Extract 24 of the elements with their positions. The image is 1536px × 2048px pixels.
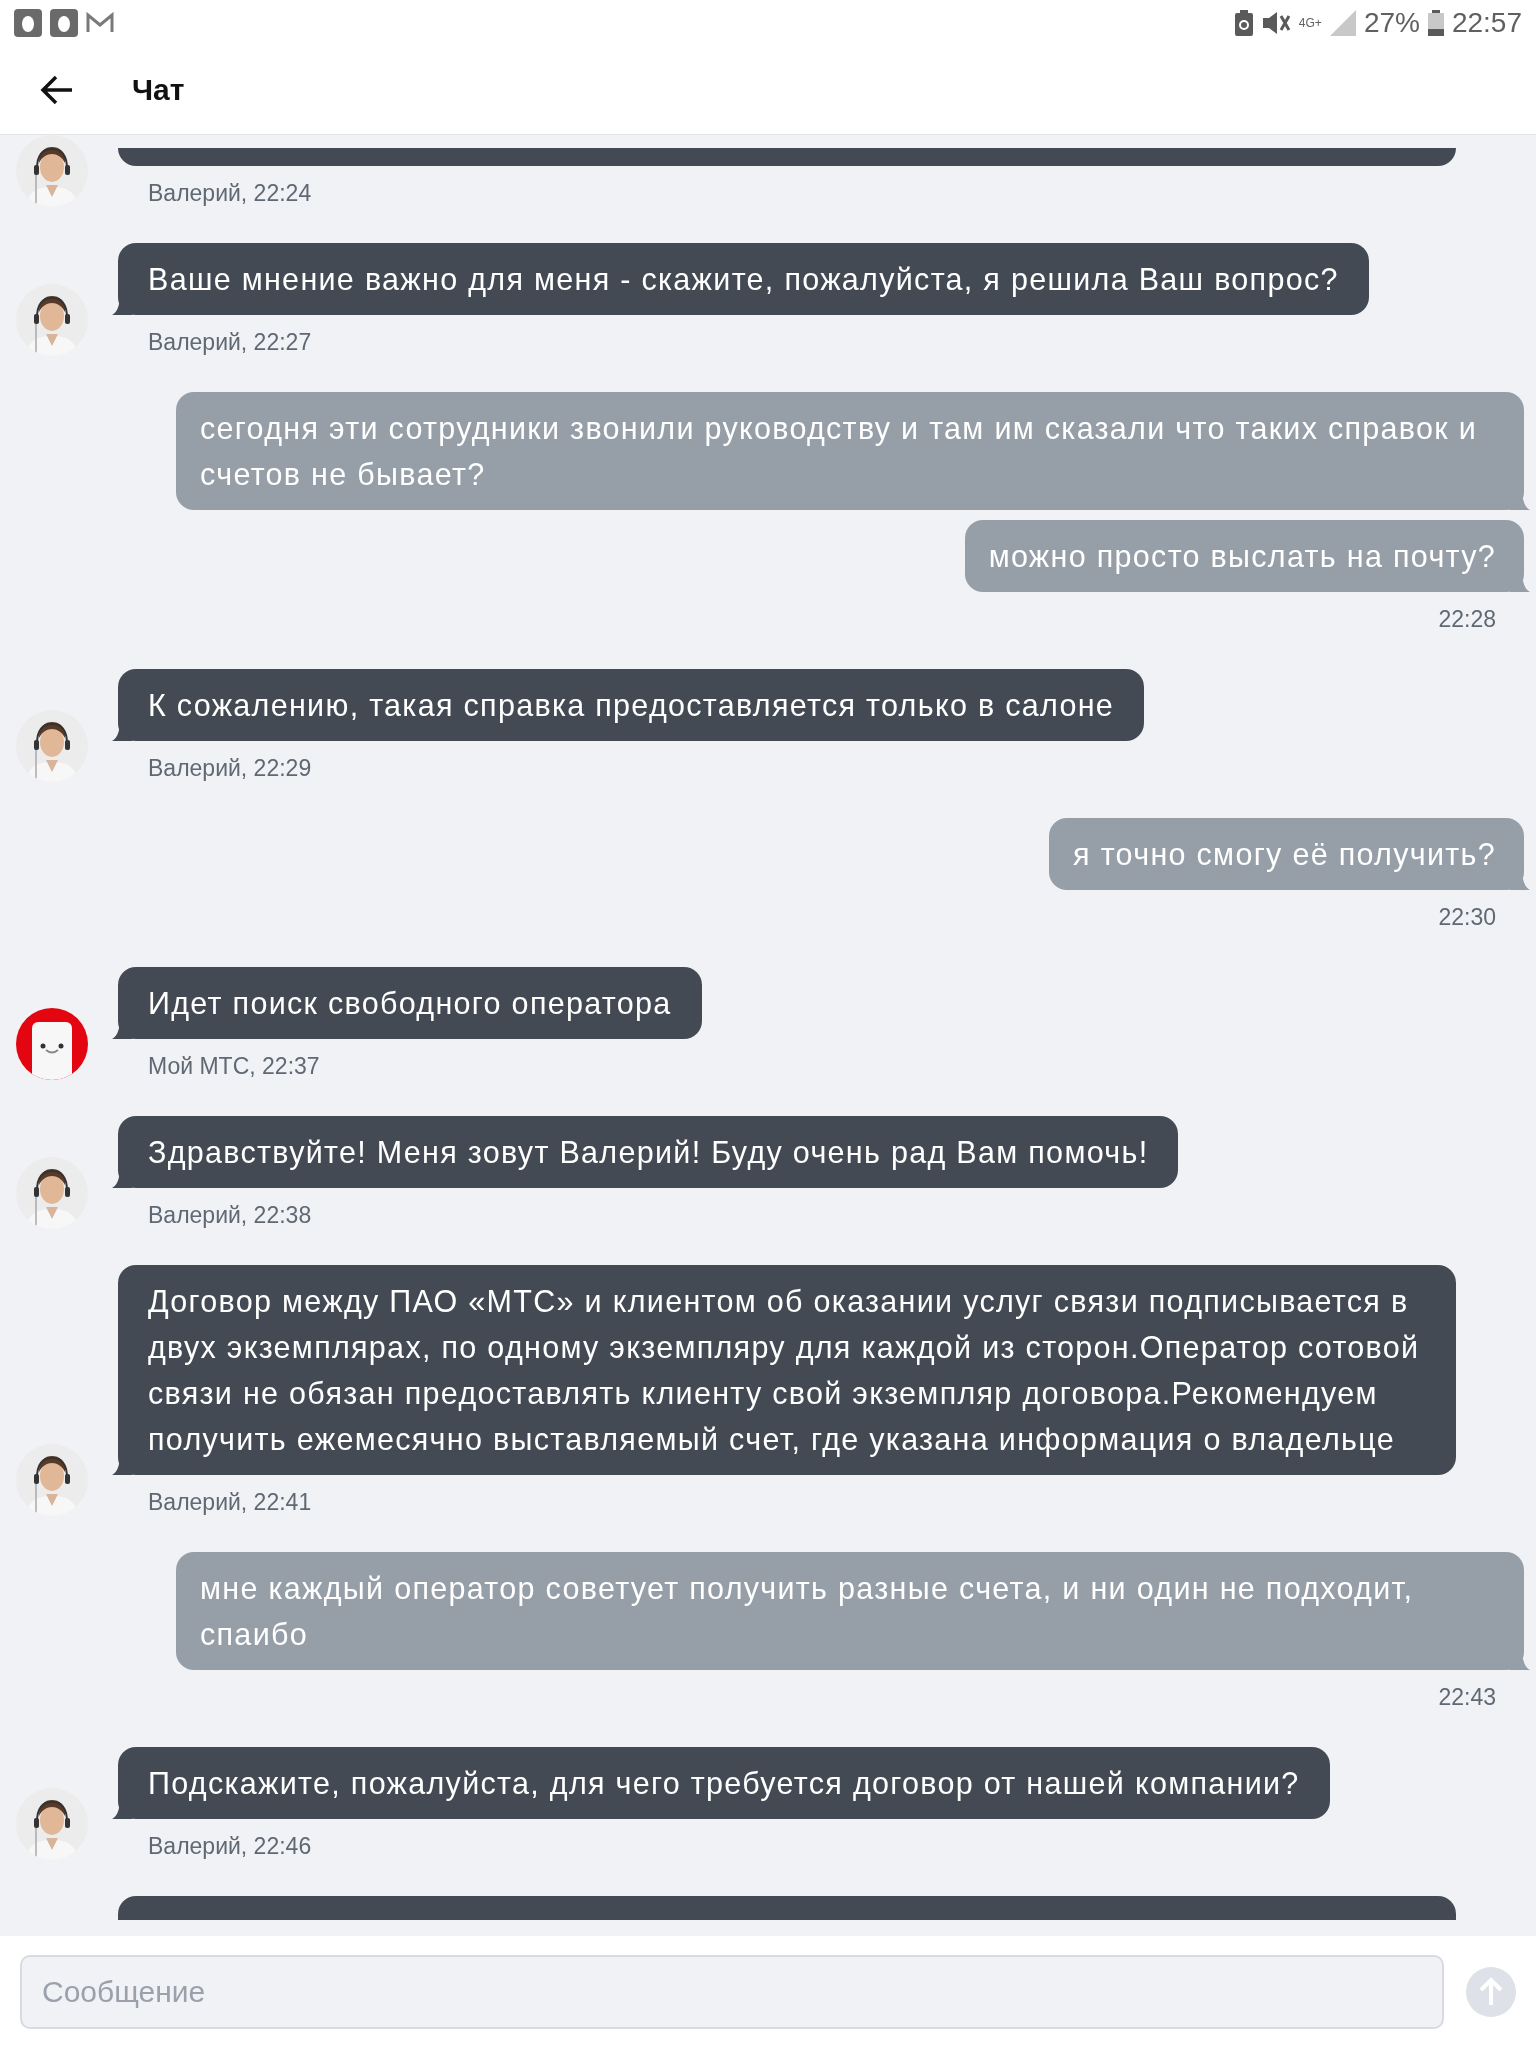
battery-saver-icon (1234, 10, 1253, 36)
battery-percent: 27% (1363, 7, 1420, 39)
message-meta: Валерий, 22:41 (148, 1489, 313, 1516)
message-meta: Валерий, 22:29 (148, 755, 313, 782)
message-meta: Валерий, 22:24 (148, 180, 313, 207)
message-meta: Валерий, 22:46 (148, 1833, 313, 1860)
message-meta: Валерий, 22:27 (148, 329, 313, 356)
message-meta: Валерий, 22:38 (148, 1202, 313, 1229)
mute-icon (1260, 10, 1291, 36)
message-meta: 22:43 (1438, 1684, 1496, 1711)
back-arrow-icon (40, 75, 74, 105)
signal-icon (1329, 10, 1356, 36)
network-label: 4G+ (1298, 17, 1322, 29)
notification-icon (50, 9, 78, 37)
mail-icon (86, 12, 114, 34)
message-meta: Мой МТС, 22:37 (148, 1053, 321, 1080)
battery-icon (1427, 10, 1444, 36)
up-arrow-icon (1478, 1977, 1504, 2007)
clock: 22:57 (1451, 7, 1522, 39)
screen-title: Чат (132, 73, 185, 107)
message-meta: 22:28 (1438, 606, 1496, 633)
message-field[interactable]: Сообщение (20, 1955, 1444, 2029)
message-meta: 22:30 (1438, 904, 1496, 931)
notification-icon (14, 9, 42, 37)
